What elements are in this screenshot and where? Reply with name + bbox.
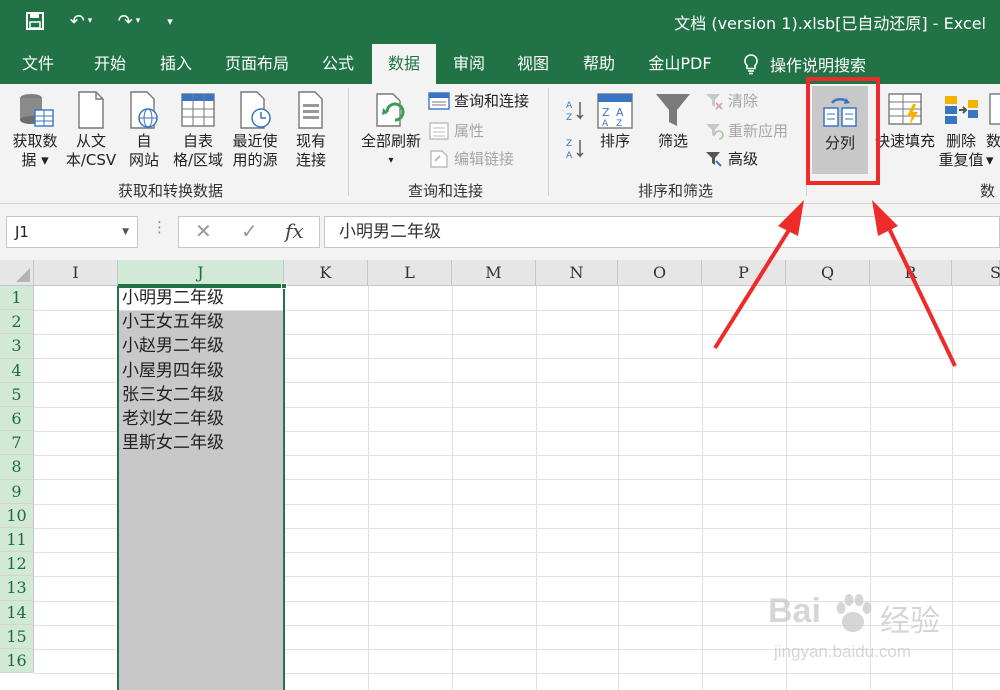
watermark-jingyan: 经验	[880, 605, 940, 638]
watermark-brand: Bai	[768, 592, 821, 630]
baidu-watermark: Bai 经验 jingyan.baidu.com	[768, 592, 968, 668]
excel-window: ↶ ▾ ↷ ▾ ▾ 文档 (version 1).xlsb[已自动还原] - Exc…	[0, 0, 1000, 690]
annotation-arrows	[713, 200, 957, 367]
paw-icon	[836, 594, 872, 632]
arrow-right	[872, 200, 957, 367]
arrow-left	[713, 200, 804, 350]
watermark-url: jingyan.baidu.com	[774, 642, 912, 661]
